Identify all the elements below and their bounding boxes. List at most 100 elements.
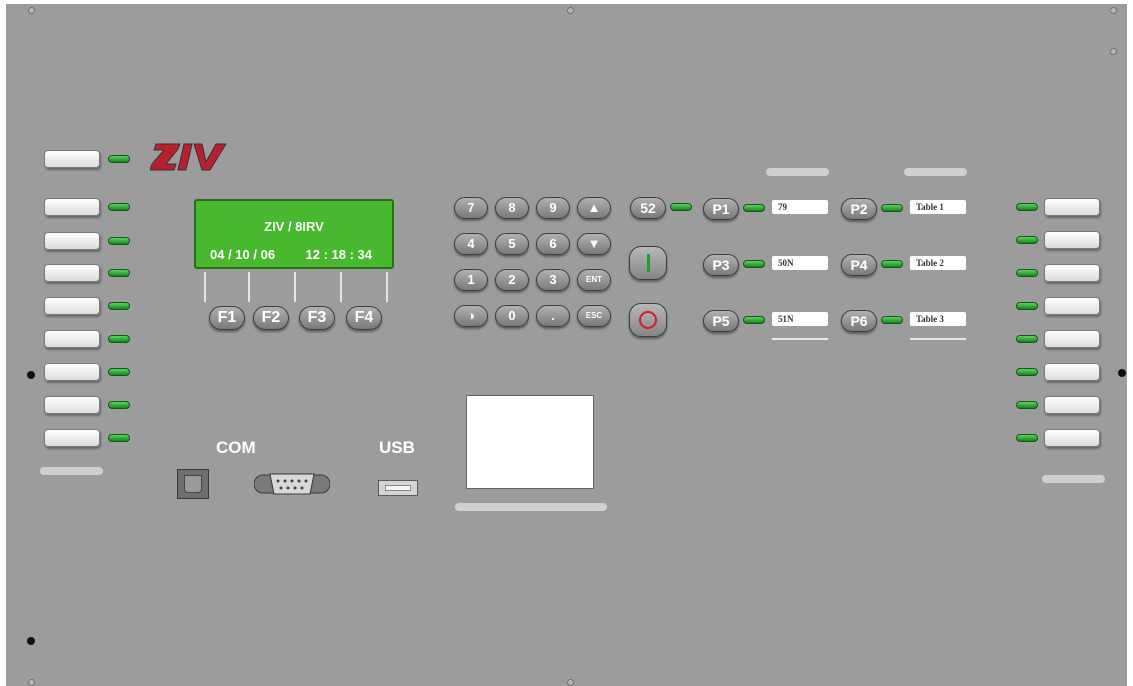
screw-bottom-center [567, 679, 574, 686]
key-down[interactable]: ▼ [577, 233, 611, 255]
com-label: COM [216, 438, 256, 457]
left-indicator-led [108, 401, 130, 409]
left-indicator-led [108, 203, 130, 211]
f2-key[interactable]: F2 [253, 306, 289, 330]
mount-hole-right [1118, 369, 1126, 377]
left-programmable-button[interactable] [44, 396, 100, 414]
lcd-display: ZIV / 8IRV 04 / 10 / 06 12 : 18 : 34 [194, 199, 394, 269]
key-0[interactable]: 0 [495, 305, 529, 327]
key-escape[interactable]: ESC [577, 305, 611, 327]
key-dot[interactable]: . [536, 305, 570, 327]
label-window-strip [455, 503, 607, 511]
key-9[interactable]: 9 [536, 197, 570, 219]
key-2[interactable]: 2 [495, 269, 529, 291]
right-programmable-button[interactable] [1044, 396, 1100, 414]
left-indicator-led [108, 368, 130, 376]
lcd-divider [386, 272, 388, 302]
left-programmable-button[interactable] [44, 297, 100, 315]
right-indicator-led [1016, 368, 1038, 376]
f3-key[interactable]: F3 [299, 306, 335, 330]
right-programmable-button[interactable] [1044, 297, 1100, 315]
p-label-strip-top [766, 168, 829, 176]
right-programmable-button[interactable] [1044, 330, 1100, 348]
p6-key[interactable]: P6 [841, 310, 877, 332]
right-programmable-button[interactable] [1044, 264, 1100, 282]
key-7[interactable]: 7 [454, 197, 488, 219]
left-programmable-button[interactable] [44, 150, 100, 168]
breaker-52-key[interactable]: 52 [630, 197, 666, 219]
left-indicator-led [108, 434, 130, 442]
right-programmable-button[interactable] [1044, 363, 1100, 381]
p4-label: Table 2 [910, 256, 966, 270]
usb-b-port-opening [184, 475, 202, 493]
left-programmable-button[interactable] [44, 330, 100, 348]
p2-label: Table 1 [910, 200, 966, 214]
open-symbol-icon [639, 311, 657, 329]
right-label-strip [1042, 475, 1105, 483]
db9-serial-port[interactable] [254, 470, 330, 498]
usb-a-port[interactable] [378, 480, 418, 496]
key-up[interactable]: ▲ [577, 197, 611, 219]
left-label-strip [40, 467, 103, 475]
p1-led [743, 204, 765, 212]
left-programmable-button[interactable] [44, 198, 100, 216]
p5-label: 51N [772, 312, 828, 326]
usb-b-port[interactable] [177, 469, 209, 499]
right-indicator-led [1016, 401, 1038, 409]
key-8[interactable]: 8 [495, 197, 529, 219]
key-1[interactable]: 1 [454, 269, 488, 291]
right-indicator-led [1016, 269, 1038, 277]
right-indicator-led [1016, 203, 1038, 211]
usb-a-port-tongue [385, 485, 411, 491]
p6-label: Table 3 [910, 312, 966, 326]
left-programmable-button[interactable] [44, 429, 100, 447]
label-underline [772, 338, 828, 340]
right-programmable-button[interactable] [1044, 198, 1100, 216]
relay-front-panel [6, 4, 1127, 686]
right-indicator-led [1016, 236, 1038, 244]
lcd-divider [294, 272, 296, 302]
p6-led [881, 316, 903, 324]
left-indicator-led [108, 302, 130, 310]
p2-led [881, 204, 903, 212]
right-programmable-button[interactable] [1044, 429, 1100, 447]
right-indicator-led [1016, 335, 1038, 343]
p3-led [743, 260, 765, 268]
key-contrast[interactable]: ◑ [454, 305, 488, 327]
close-breaker-button[interactable] [629, 246, 667, 280]
label-window [466, 395, 594, 489]
left-indicator-led [108, 237, 130, 245]
left-programmable-button[interactable] [44, 264, 100, 282]
screw-top-right [1110, 7, 1117, 14]
right-programmable-button[interactable] [1044, 231, 1100, 249]
p5-key[interactable]: P5 [703, 310, 739, 332]
p4-led [881, 260, 903, 268]
key-6[interactable]: 6 [536, 233, 570, 255]
p1-label: 79 [772, 200, 828, 214]
f1-key[interactable]: F1 [209, 306, 245, 330]
p2-key[interactable]: P2 [841, 198, 877, 220]
breaker-52-led [670, 203, 692, 211]
open-breaker-button[interactable] [629, 303, 667, 337]
ziv-logo [150, 143, 227, 171]
p3-label: 50N [772, 256, 828, 270]
lcd-divider [340, 272, 342, 302]
lcd-title: ZIV / 8IRV [264, 219, 324, 234]
p3-key[interactable]: P3 [703, 254, 739, 276]
key-3[interactable]: 3 [536, 269, 570, 291]
key-enter[interactable]: ENT [577, 269, 611, 291]
screw-right-upper [1110, 48, 1117, 55]
p4-key[interactable]: P4 [841, 254, 877, 276]
f4-key[interactable]: F4 [346, 306, 382, 330]
p1-key[interactable]: P1 [703, 198, 739, 220]
left-indicator-led [108, 335, 130, 343]
screw-top-center [567, 7, 574, 14]
key-5[interactable]: 5 [495, 233, 529, 255]
left-programmable-button[interactable] [44, 232, 100, 250]
left-programmable-button[interactable] [44, 363, 100, 381]
left-indicator-led [108, 155, 130, 163]
p-label-strip-top [904, 168, 967, 176]
key-4[interactable]: 4 [454, 233, 488, 255]
screw-bottom-left [28, 679, 35, 686]
mount-hole-left [27, 371, 35, 379]
